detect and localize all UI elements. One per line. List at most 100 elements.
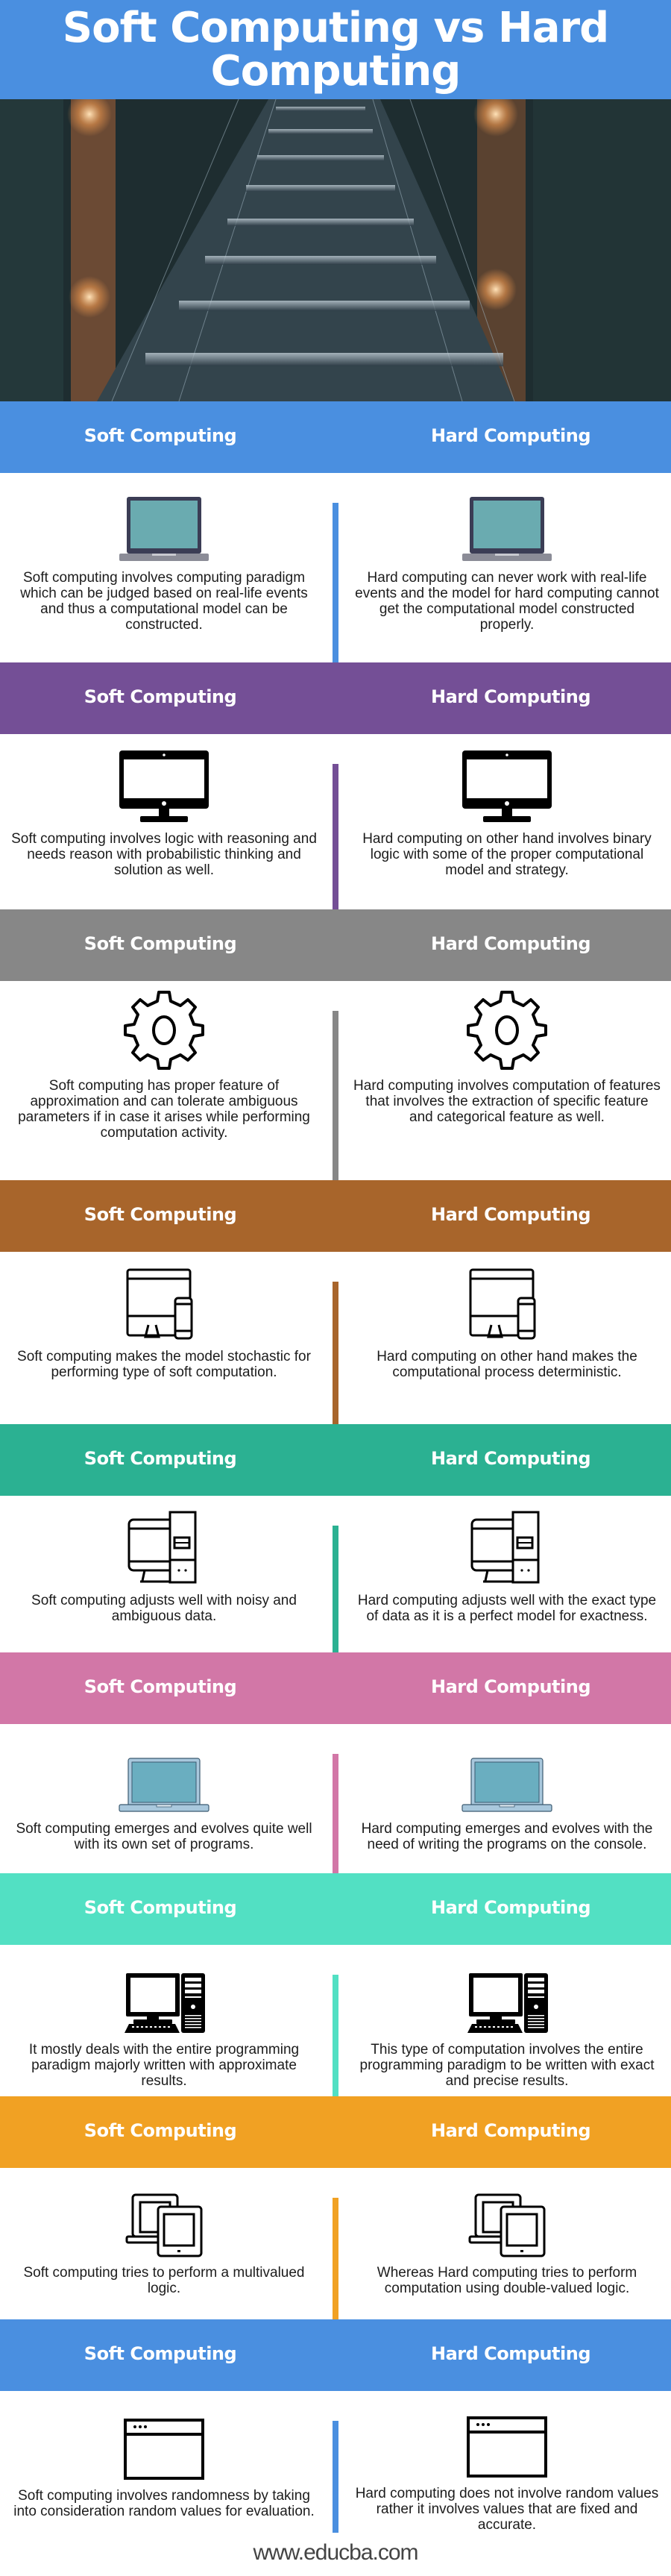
laptop-icon xyxy=(118,488,210,562)
hard-computing-description: Hard computing can never work with real-… xyxy=(355,570,659,633)
comparison-section-3: Soft Computing Hard Computing Soft compu… xyxy=(0,909,671,1180)
monitor-icon xyxy=(461,749,553,824)
desktop-and-phone-icon xyxy=(123,1267,205,1341)
laptop-light-icon xyxy=(118,1739,210,1814)
section-body: Soft computing tries to perform a multiv… xyxy=(0,2168,671,2319)
section-header: Soft Computing Hard Computing xyxy=(0,662,671,734)
soft-computing-label: Soft Computing xyxy=(84,1676,237,1697)
hard-computing-description: Hard computing adjusts well with the exa… xyxy=(357,1593,657,1624)
laptop-icon xyxy=(461,488,553,562)
soft-computing-cell: Soft computing adjusts well with noisy a… xyxy=(0,1496,336,1652)
soft-computing-label: Soft Computing xyxy=(84,1448,237,1469)
soft-computing-label: Soft Computing xyxy=(84,425,237,446)
section-header: Soft Computing Hard Computing xyxy=(0,1873,671,1945)
comparison-section-1: Soft Computing Hard Computing Soft compu… xyxy=(0,401,671,662)
hard-computing-description: Hard computing on other hand makes the c… xyxy=(377,1349,637,1380)
comparison-section-2: Soft Computing Hard Computing Soft compu… xyxy=(0,662,671,909)
computer-tower-icon xyxy=(470,1511,544,1585)
soft-computing-cell: Soft computing involves computing paradi… xyxy=(0,473,336,662)
hard-computing-cell: Hard computing emerges and evolves with … xyxy=(336,1724,671,1873)
hard-computing-cell: Whereas Hard computing tries to perform … xyxy=(336,2168,671,2319)
section-header: Soft Computing Hard Computing xyxy=(0,2319,671,2391)
soft-computing-cell: It mostly deals with the entire programm… xyxy=(0,1945,336,2096)
section-header: Soft Computing Hard Computing xyxy=(0,2096,671,2168)
monitor-icon xyxy=(118,749,210,824)
server-room-photo xyxy=(0,99,671,401)
soft-computing-header: Soft Computing xyxy=(0,1873,336,1945)
soft-computing-label: Soft Computing xyxy=(84,686,237,707)
soft-computing-header: Soft Computing xyxy=(0,1652,336,1724)
hard-computing-label: Hard Computing xyxy=(431,1897,591,1918)
section-body: Soft computing adjusts well with noisy a… xyxy=(0,1496,671,1652)
desktop-and-phone-icon xyxy=(466,1267,548,1341)
section-header: Soft Computing Hard Computing xyxy=(0,909,671,981)
hard-computing-label: Hard Computing xyxy=(431,1676,591,1697)
soft-computing-label: Soft Computing xyxy=(84,2343,237,2364)
soft-computing-header: Soft Computing xyxy=(0,1180,336,1252)
comparison-section-8: Soft Computing Hard Computing Soft compu… xyxy=(0,2096,671,2319)
soft-computing-cell: Soft computing tries to perform a multiv… xyxy=(0,2168,336,2319)
hard-computing-description: Hard computing does not involve random v… xyxy=(355,2486,659,2533)
section-header: Soft Computing Hard Computing xyxy=(0,401,671,473)
browser-window-icon xyxy=(123,2406,205,2481)
laptop-and-tablet-icon xyxy=(468,2183,546,2257)
section-body: Soft computing involves randomness by ta… xyxy=(0,2391,671,2533)
soft-computing-cell: Soft computing makes the model stochasti… xyxy=(0,1252,336,1424)
column-divider xyxy=(333,503,338,662)
hard-computing-cell: Hard computing can never work with real-… xyxy=(336,473,671,662)
soft-computing-header: Soft Computing xyxy=(0,662,336,734)
hard-computing-cell: Hard computing adjusts well with the exa… xyxy=(336,1496,671,1652)
soft-computing-label: Soft Computing xyxy=(84,2120,237,2141)
soft-computing-label: Soft Computing xyxy=(84,1204,237,1225)
title-banner: Soft Computing vs Hard Computing xyxy=(0,0,671,99)
hard-computing-header: Hard Computing xyxy=(336,1180,671,1252)
gear-icon xyxy=(123,991,205,1071)
hard-computing-label: Hard Computing xyxy=(431,1204,591,1225)
soft-computing-cell: Soft computing involves logic with reaso… xyxy=(0,734,336,909)
section-header: Soft Computing Hard Computing xyxy=(0,1652,671,1724)
soft-computing-header: Soft Computing xyxy=(0,2319,336,2391)
hard-computing-description: Hard computing involves computation of f… xyxy=(353,1078,661,1125)
section-body: Soft computing involves computing paradi… xyxy=(0,473,671,662)
hero-image xyxy=(0,99,671,401)
soft-computing-description: Soft computing involves randomness by ta… xyxy=(13,2488,315,2519)
hard-computing-description: This type of computation involves the en… xyxy=(359,2042,655,2089)
page-title: Soft Computing vs Hard Computing xyxy=(62,3,609,95)
section-body: Soft computing involves logic with reaso… xyxy=(0,734,671,909)
column-divider xyxy=(333,1282,338,1424)
hard-computing-label: Hard Computing xyxy=(431,933,591,954)
gear-icon xyxy=(466,991,548,1071)
column-divider xyxy=(333,764,338,909)
section-header: Soft Computing Hard Computing xyxy=(0,1424,671,1496)
soft-computing-header: Soft Computing xyxy=(0,2096,336,2168)
soft-computing-description: Soft computing tries to perform a multiv… xyxy=(23,2265,305,2296)
column-divider xyxy=(333,1011,338,1180)
hard-computing-label: Hard Computing xyxy=(431,425,591,446)
hard-computing-cell: Hard computing on other hand involves bi… xyxy=(336,734,671,909)
section-header: Soft Computing Hard Computing xyxy=(0,1180,671,1252)
hard-computing-cell: Hard computing does not involve random v… xyxy=(336,2391,671,2533)
hard-computing-header: Hard Computing xyxy=(336,662,671,734)
section-body: Soft computing makes the model stochasti… xyxy=(0,1252,671,1424)
comparison-section-7: Soft Computing Hard Computing It mostly … xyxy=(0,1873,671,2096)
hard-computing-header: Hard Computing xyxy=(336,1873,671,1945)
hard-computing-label: Hard Computing xyxy=(431,2120,591,2141)
soft-computing-header: Soft Computing xyxy=(0,401,336,473)
hard-computing-header: Hard Computing xyxy=(336,2096,671,2168)
soft-computing-header: Soft Computing xyxy=(0,909,336,981)
hard-computing-label: Hard Computing xyxy=(431,686,591,707)
soft-computing-cell: Soft computing involves randomness by ta… xyxy=(0,2391,336,2533)
computer-tower-icon xyxy=(127,1511,201,1585)
laptop-light-icon xyxy=(461,1739,553,1814)
section-body: It mostly deals with the entire programm… xyxy=(0,1945,671,2096)
hard-computing-label: Hard Computing xyxy=(431,2343,591,2364)
hard-computing-header: Hard Computing xyxy=(336,2319,671,2391)
column-divider xyxy=(333,1754,338,1873)
hard-computing-header: Hard Computing xyxy=(336,909,671,981)
hard-computing-cell: Hard computing involves computation of f… xyxy=(336,981,671,1180)
hard-computing-description: Whereas Hard computing tries to perform … xyxy=(377,2265,637,2296)
soft-computing-description: It mostly deals with the entire programm… xyxy=(28,2042,300,2089)
hard-computing-header: Hard Computing xyxy=(336,401,671,473)
footer-url: www.educba.com xyxy=(253,2540,418,2565)
desktop-pc-icon xyxy=(122,1960,207,2034)
